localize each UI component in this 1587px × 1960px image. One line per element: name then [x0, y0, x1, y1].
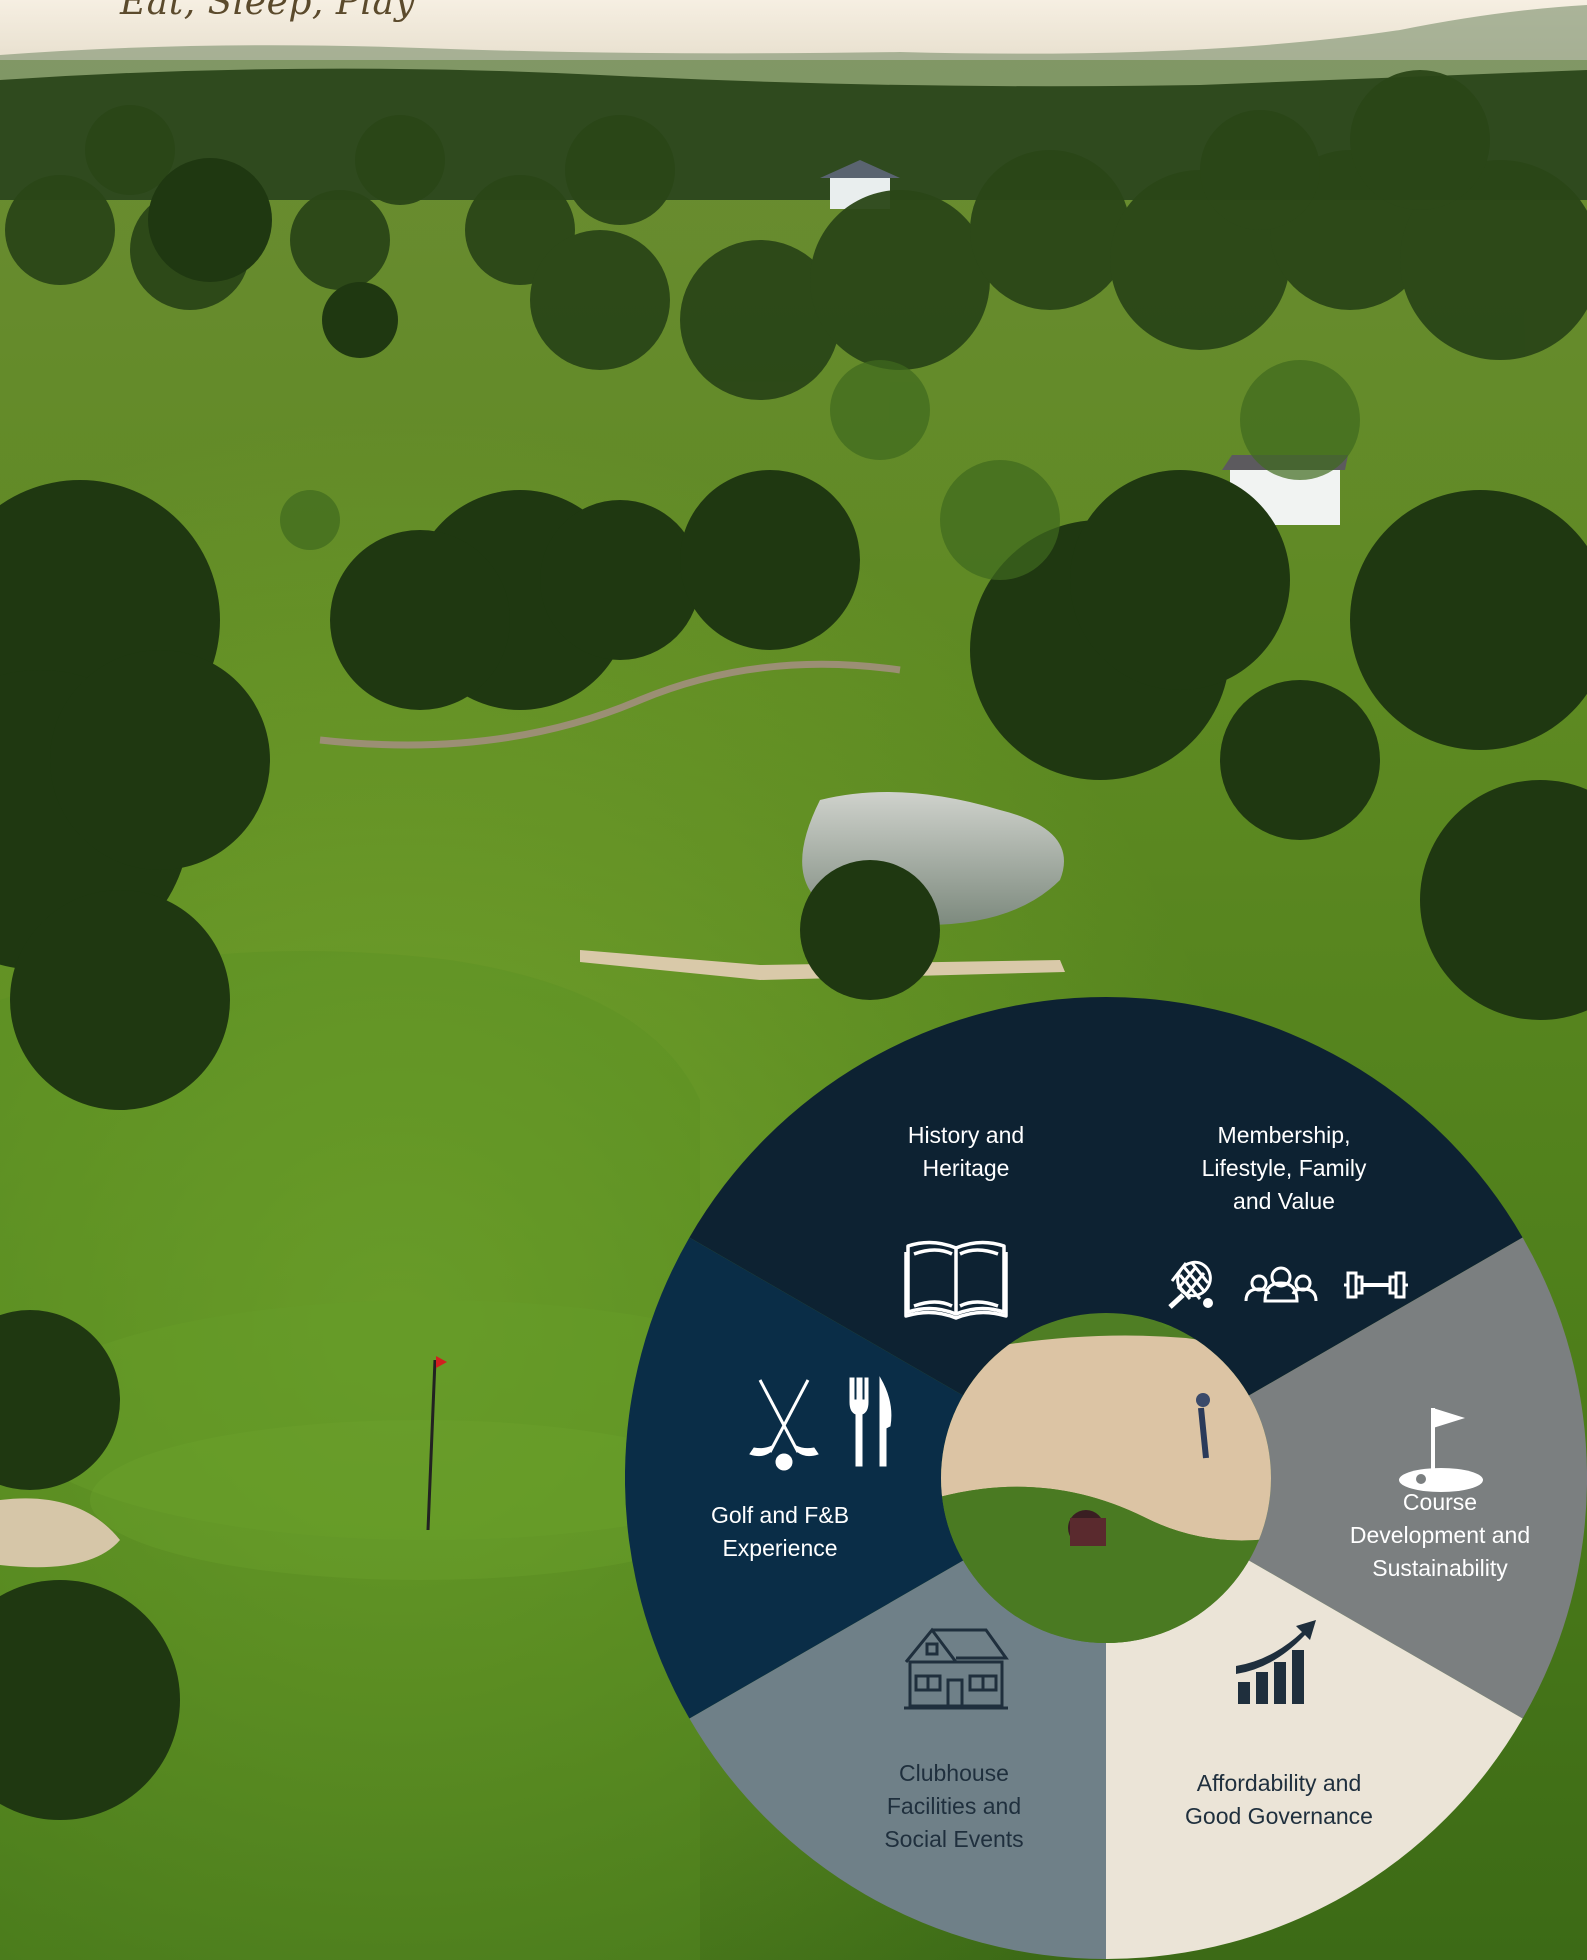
tagline: Eat, Sleep, Play: [120, 0, 416, 23]
segment-history-label: History and Heritage: [908, 1119, 1024, 1185]
segment-history-label-line: Heritage: [922, 1155, 1010, 1181]
segment-membership-label-line: and Value: [1233, 1188, 1335, 1214]
segment-golf-fb-label: Golf and F&B Experience: [711, 1499, 849, 1565]
segment-membership-label: Membership, Lifestyle, Family and Value: [1202, 1119, 1367, 1218]
segment-membership-label-line: Lifestyle, Family: [1201, 1155, 1367, 1181]
segment-clubhouse-label-line: Clubhouse: [899, 1760, 1009, 1786]
segment-course-label-line: Development and: [1349, 1522, 1531, 1548]
segment-clubhouse-label-line: Facilities and: [886, 1793, 1022, 1819]
segment-affordability-label-line: Good Governance: [1185, 1803, 1373, 1829]
segment-history-label-line: History and: [907, 1122, 1025, 1148]
pillars-wheel-graphic: [625, 997, 1587, 1959]
segment-golf-fb-label-line: Experience: [722, 1535, 838, 1561]
segment-golf-fb-label-line: Golf and F&B: [710, 1502, 850, 1528]
segment-course-label-line: Sustainability: [1372, 1555, 1508, 1581]
segment-clubhouse-label-line: Social Events: [884, 1826, 1024, 1852]
segment-clubhouse-label: Clubhouse Facilities and Social Events: [884, 1757, 1023, 1856]
segment-course-label-line: Course: [1402, 1489, 1478, 1515]
segment-membership-label-line: Membership,: [1217, 1122, 1351, 1148]
pillars-wheel: History and Heritage Membership, Lifesty…: [625, 997, 1587, 1960]
segment-affordability-label-line: Affordability and: [1196, 1770, 1362, 1796]
segment-affordability-label: Affordability and Good Governance: [1185, 1767, 1373, 1833]
segment-course-label: Course Development and Sustainability: [1350, 1486, 1530, 1585]
